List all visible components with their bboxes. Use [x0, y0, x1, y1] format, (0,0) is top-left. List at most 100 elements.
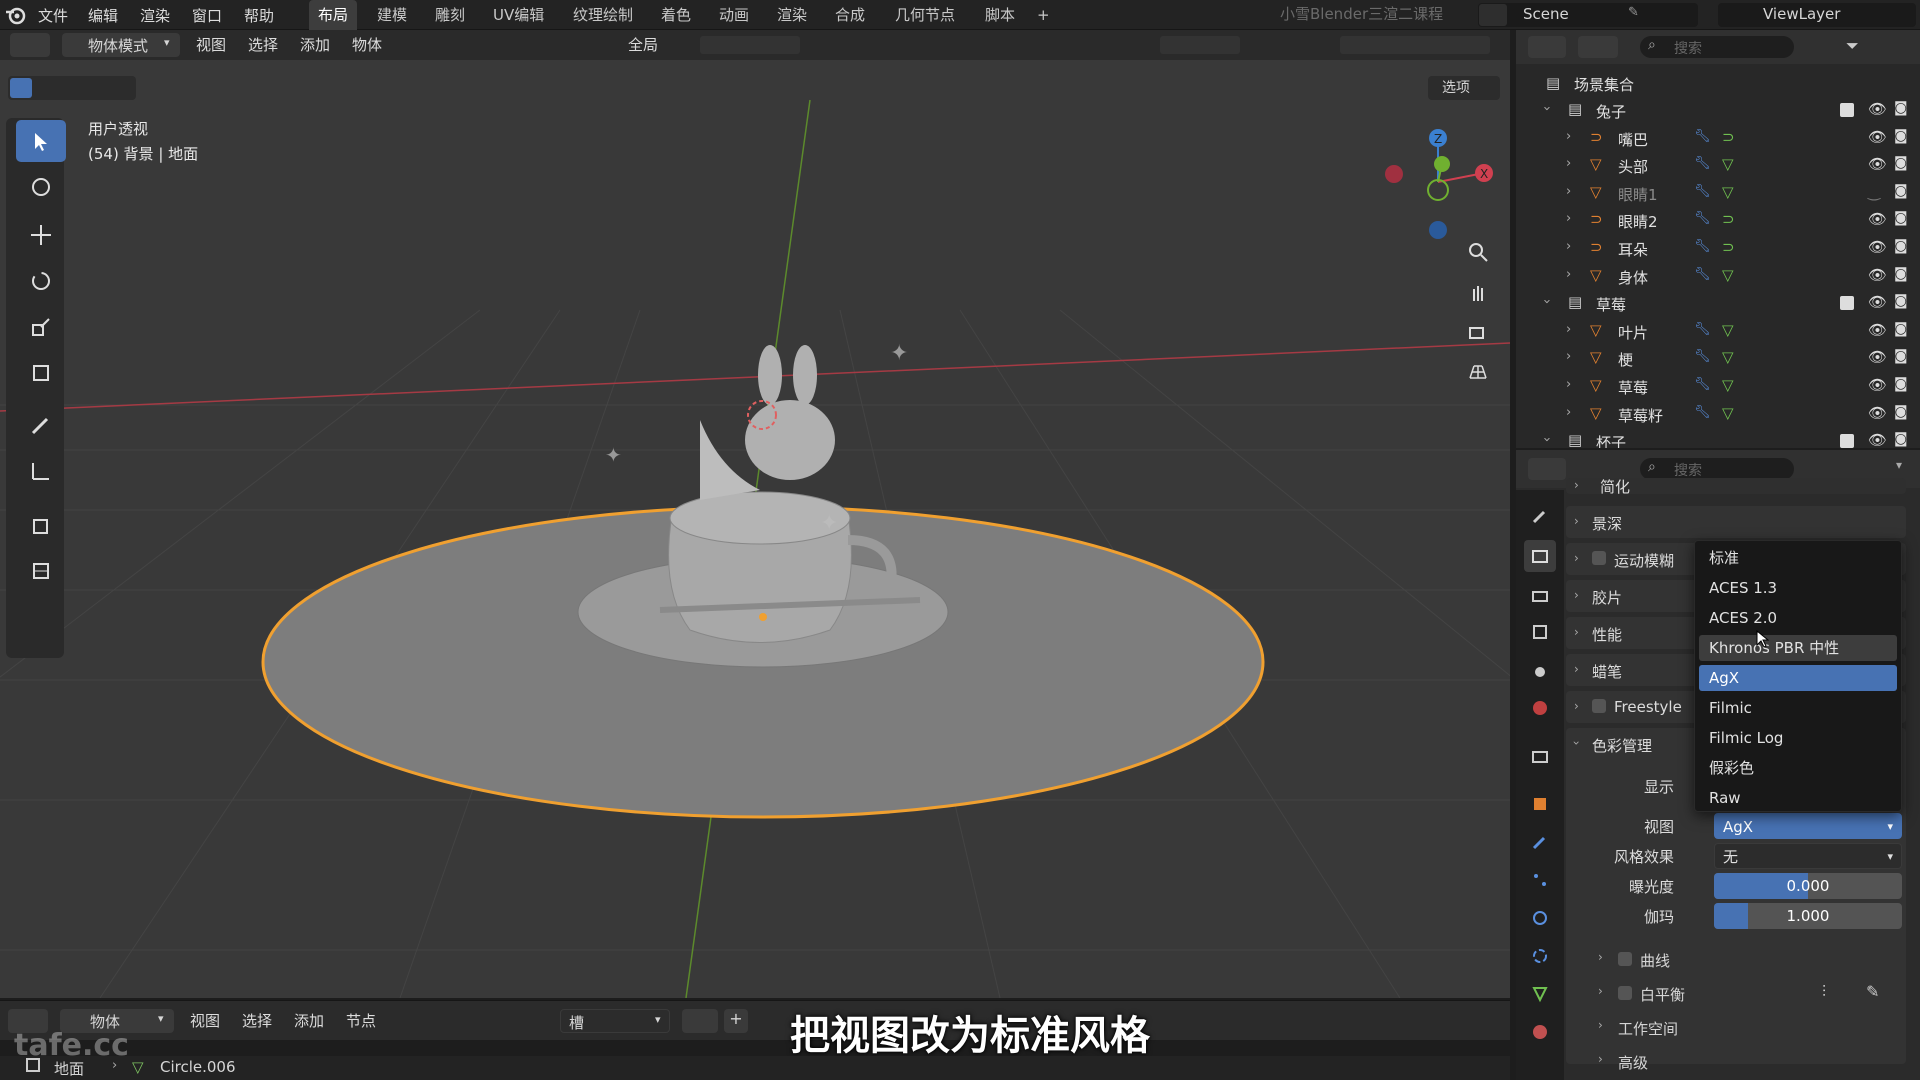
tab-modeling[interactable]: 建模: [368, 0, 416, 30]
eye-icon[interactable]: 👁︎: [1868, 210, 1887, 228]
dropdown-option[interactable]: 假彩色: [1699, 755, 1897, 781]
chevron-right-icon[interactable]: ›: [1566, 349, 1571, 364]
move-icon[interactable]: [16, 214, 66, 256]
modifier-icon[interactable]: 🔧︎: [1694, 405, 1711, 420]
eye-closed-icon[interactable]: ‿: [1868, 183, 1880, 201]
menu-help[interactable]: 帮助: [244, 5, 274, 26]
eye-icon[interactable]: 👁︎: [1868, 321, 1887, 339]
eye-icon[interactable]: 👁︎: [1868, 293, 1887, 311]
chevron-right-icon[interactable]: ›: [1566, 322, 1571, 337]
outliner-object-row[interactable]: › ▽ 草莓 🔧︎ ▽ 👁︎ ◙: [1516, 373, 1920, 400]
outliner-object-row[interactable]: › ⊃ 眼睛2 🔧︎ ⊃ 👁︎ ◙: [1516, 207, 1920, 234]
modifier-icon[interactable]: 🔧︎: [1694, 322, 1711, 337]
object-data-icon[interactable]: ▽: [1722, 155, 1734, 173]
properties-search-input[interactable]: ⌕ 搜索: [1640, 458, 1794, 480]
modifier-icon[interactable]: 🔧︎: [1694, 377, 1711, 392]
outliner-object-row[interactable]: › ▽ 头部 🔧︎ ▽ 👁︎ ◙: [1516, 152, 1920, 179]
view-layer-tab-icon[interactable]: [1524, 616, 1556, 648]
eye-icon[interactable]: 👁︎: [1868, 155, 1887, 173]
outliner-object-row[interactable]: › ▽ 叶片 🔧︎ ▽ 👁︎ ◙: [1516, 318, 1920, 345]
object-data-icon[interactable]: ▽: [1722, 404, 1734, 422]
eye-icon[interactable]: 👁︎: [1868, 376, 1887, 394]
measure-icon[interactable]: [16, 450, 66, 492]
outliner-object-row[interactable]: › ▽ 身体 🔧︎ ▽ 👁︎ ◙: [1516, 263, 1920, 290]
chevron-right-icon[interactable]: ›: [1566, 211, 1571, 226]
eye-icon[interactable]: 👁︎: [1868, 100, 1887, 118]
tab-rendering[interactable]: 渲染: [768, 0, 816, 30]
tool-tab-icon[interactable]: [1524, 500, 1556, 532]
outliner-scene-collection[interactable]: ▤ 场景集合: [1516, 70, 1920, 97]
add-cube-icon[interactable]: [16, 504, 66, 546]
object-data-icon[interactable]: ⊃: [1722, 210, 1735, 228]
pin-icon[interactable]: ✎: [1628, 5, 1639, 20]
eyedropper-icon[interactable]: ✎: [1866, 982, 1879, 1001]
dropdown-option[interactable]: Raw: [1699, 785, 1897, 811]
eye-icon[interactable]: 👁︎: [1868, 431, 1887, 448]
tab-uv-editing[interactable]: UV编辑: [484, 0, 553, 30]
look-select[interactable]: 无 ▾: [1714, 843, 1902, 869]
object-data-icon[interactable]: ▽: [1722, 348, 1734, 366]
chevron-down-icon[interactable]: ›: [1569, 741, 1583, 746]
editor-type-icon[interactable]: [1528, 458, 1566, 480]
chevron-down-icon[interactable]: ›: [1539, 437, 1554, 442]
object-data-icon[interactable]: ▽: [1722, 376, 1734, 394]
tab-layout[interactable]: 布局: [309, 0, 358, 30]
render-camera-icon[interactable]: ◙: [1894, 266, 1908, 282]
outliner-object-row[interactable]: › ⊃ 嘴巴 🔧︎ ⊃ 👁︎ ◙: [1516, 125, 1920, 152]
panel-simplify[interactable]: › 简化: [1566, 478, 1906, 496]
tab-animation[interactable]: 动画: [710, 0, 758, 30]
object-tab-icon[interactable]: [1524, 788, 1556, 820]
modifier-icon[interactable]: 🔧︎: [1694, 184, 1711, 199]
outliner-collection-row[interactable]: › ▤ 兔子 👁︎ ◙: [1516, 97, 1920, 124]
collection-tab-icon[interactable]: [1524, 740, 1556, 772]
extrude-icon[interactable]: [16, 550, 66, 592]
exclude-checkbox[interactable]: [1840, 434, 1854, 448]
modifier-icon[interactable]: 🔧︎: [1694, 267, 1711, 282]
outliner-object-row[interactable]: › ▽ 草莓籽 🔧︎ ▽ 👁︎ ◙: [1516, 401, 1920, 428]
physics-tab-icon[interactable]: [1524, 902, 1556, 934]
subpanel-curves[interactable]: › 曲线: [1590, 946, 1900, 974]
data-tab-icon[interactable]: [1524, 978, 1556, 1010]
node-menu-node[interactable]: 节点: [346, 1008, 376, 1034]
white-balance-checkbox[interactable]: [1618, 986, 1632, 1000]
render-camera-icon[interactable]: ◙: [1894, 238, 1908, 254]
modifier-icon[interactable]: 🔧︎: [1694, 156, 1711, 171]
dropdown-option[interactable]: Filmic: [1699, 695, 1897, 721]
pan-hand-icon[interactable]: [1462, 276, 1494, 308]
cursor-icon[interactable]: [16, 166, 66, 208]
render-camera-icon[interactable]: ◙: [1894, 293, 1908, 309]
menu-file[interactable]: 文件: [38, 5, 68, 26]
gamma-slider[interactable]: 1.000: [1714, 903, 1902, 929]
exclude-checkbox[interactable]: [1840, 103, 1854, 117]
exclude-checkbox[interactable]: [1840, 296, 1854, 311]
3d-viewport[interactable]: 物体模式 ▾ 视图 选择 添加 物体 全局 选项 ✦ ✦ ✦ 用户透视 (54)…: [0, 30, 1510, 998]
dropdown-option[interactable]: Filmic Log: [1699, 725, 1897, 751]
filter-icon[interactable]: ⏷: [1846, 36, 1859, 56]
tab-compositing[interactable]: 合成: [826, 0, 874, 30]
blender-logo-icon[interactable]: [4, 3, 28, 27]
object-data-icon[interactable]: ▽: [1722, 266, 1734, 284]
display-mode-icon[interactable]: [1578, 36, 1618, 58]
output-tab-icon[interactable]: [1524, 578, 1556, 610]
dropdown-option[interactable]: ACES 2.0: [1699, 605, 1897, 631]
tab-texture-paint[interactable]: 纹理绘制: [564, 0, 642, 30]
render-camera-icon[interactable]: ◙: [1894, 348, 1908, 364]
rotate-icon[interactable]: [16, 260, 66, 302]
chevron-right-icon[interactable]: ›: [1566, 267, 1571, 282]
eye-icon[interactable]: 👁︎: [1868, 348, 1887, 366]
menu-edit[interactable]: 编辑: [88, 5, 118, 26]
panel-depth-of-field[interactable]: › 景深: [1566, 506, 1906, 538]
render-camera-icon[interactable]: ◙: [1894, 431, 1908, 447]
chevron-right-icon[interactable]: ›: [1566, 129, 1571, 144]
node-menu-select[interactable]: 选择: [242, 1008, 272, 1034]
tab-shading[interactable]: 着色: [652, 0, 700, 30]
freestyle-checkbox[interactable]: [1592, 699, 1606, 713]
render-camera-icon[interactable]: ◙: [1894, 128, 1908, 144]
eye-icon[interactable]: 👁︎: [1868, 266, 1887, 284]
outliner-collection-row[interactable]: › ▤ 杯子 👁︎ ◙: [1516, 428, 1920, 448]
node-menu-view[interactable]: 视图: [190, 1008, 220, 1034]
eye-icon[interactable]: 👁︎: [1868, 238, 1887, 256]
subpanel-white-balance[interactable]: › 白平衡 ⫶ ✎: [1590, 980, 1900, 1008]
chevron-right-icon[interactable]: ›: [1566, 239, 1571, 254]
camera-icon[interactable]: [1462, 316, 1494, 348]
